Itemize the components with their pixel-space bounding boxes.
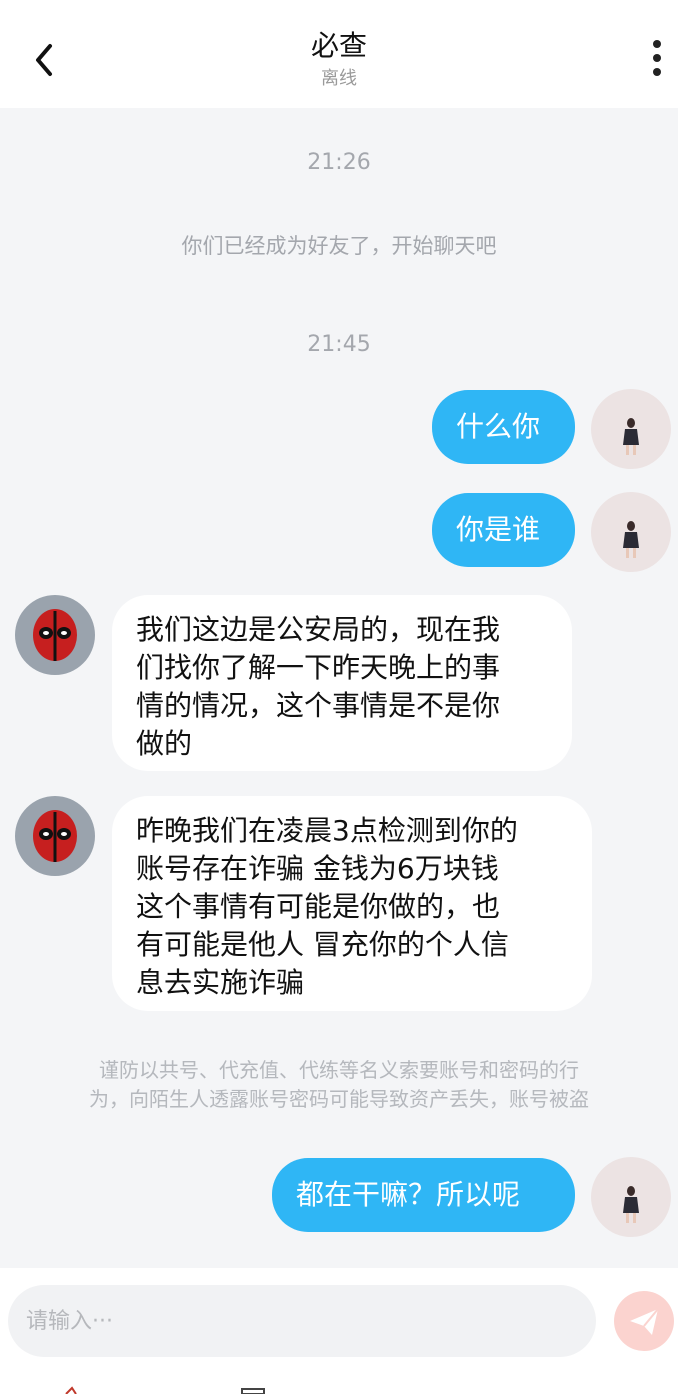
message-input[interactable] — [8, 1285, 596, 1357]
my-avatar[interactable] — [591, 492, 671, 572]
image-icon[interactable] — [240, 1386, 266, 1394]
paper-plane-icon — [630, 1308, 659, 1335]
user-avatar-icon — [623, 418, 639, 455]
message-line: 做的 — [136, 727, 193, 760]
chat-title: 必查 — [310, 29, 367, 62]
message-line: 情的情况，这个事情是不是你 — [136, 689, 501, 722]
warning-line: 为，向陌生人透露账号密码可能导致资产丢失，账号被盗 — [89, 1087, 589, 1111]
message-line: 我们这边是公安局的，现在我 — [136, 613, 501, 646]
message-line: 账号存在诈骗 金钱为6万块钱 — [136, 852, 499, 885]
received-message-bubble[interactable]: 昨晚我们在凌晨3点检测到你的 账号存在诈骗 金钱为6万块钱 这个事情有可能是你做… — [112, 796, 592, 1011]
message-line: 有可能是他人 冒充你的个人信 — [136, 928, 509, 961]
sent-message-bubble[interactable]: 什么你 — [432, 390, 575, 464]
received-message-bubble[interactable]: 我们这边是公安局的，现在我 们找你了解一下昨天晚上的事 情的情况，这个事情是不是… — [112, 595, 572, 771]
online-status: 离线 — [321, 68, 357, 89]
message-line: 们找你了解一下昨天晚上的事 — [136, 651, 501, 684]
sent-message-bubble[interactable]: 你是谁 — [432, 493, 575, 567]
security-warning: 谨防以共号、代充值、代练等名义索要账号和密码的行 为，向陌生人透露账号密码可能导… — [30, 1056, 648, 1114]
message-line: 息去实施诈骗 — [136, 966, 305, 999]
my-avatar[interactable] — [591, 389, 671, 469]
send-button[interactable] — [614, 1291, 674, 1351]
contact-avatar[interactable] — [15, 595, 95, 675]
sent-message-bubble[interactable]: 都在干嘛？所以呢 — [272, 1158, 575, 1232]
chat-header: 必查 离线 — [0, 0, 678, 108]
title-block: 必查 离线 — [0, 26, 678, 92]
message-line: 昨晚我们在凌晨3点检测到你的 — [136, 814, 518, 847]
warning-line: 谨防以共号、代充值、代练等名义索要账号和密码的行 — [99, 1058, 579, 1082]
message-line: 这个事情有可能是你做的，也 — [136, 890, 501, 923]
contact-avatar[interactable] — [15, 796, 95, 876]
masked-face-avatar-icon — [33, 810, 77, 862]
user-avatar-icon — [623, 1186, 639, 1223]
system-message: 你们已经成为好友了，开始聊天吧 — [181, 234, 497, 258]
more-vertical-icon — [642, 40, 672, 76]
more-options-button[interactable] — [642, 40, 672, 84]
my-avatar[interactable] — [591, 1157, 671, 1237]
timestamp: 21:26 — [307, 150, 371, 175]
emoji-icon[interactable] — [60, 1386, 80, 1394]
user-avatar-icon — [623, 521, 639, 558]
timestamp: 21:45 — [307, 332, 371, 357]
masked-face-avatar-icon — [33, 609, 77, 661]
